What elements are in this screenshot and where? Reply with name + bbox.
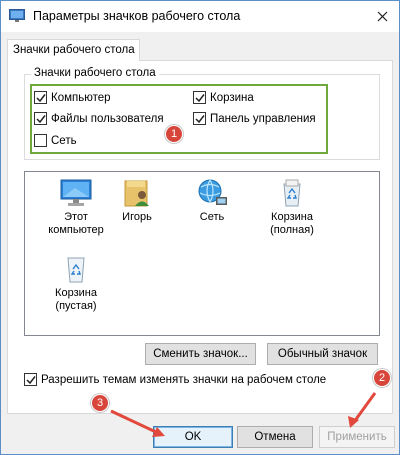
list-item-network[interactable]: Сеть: [173, 178, 251, 224]
checkbox-box[interactable]: [34, 91, 47, 104]
ok-button[interactable]: OK: [153, 426, 233, 448]
checkbox-control-panel[interactable]: Панель управления: [193, 112, 316, 125]
checkbox-box[interactable]: [34, 134, 47, 147]
checkbox-label: Сеть: [51, 134, 77, 147]
icons-listbox[interactable]: Этот компьютер Игорь Сеть Корзина (полна…: [24, 171, 380, 336]
default-icon-button[interactable]: Обычный значок: [267, 343, 378, 365]
computer-icon: [60, 179, 92, 206]
list-item-recycle-bin-empty[interactable]: Корзина (пустая): [37, 254, 115, 313]
checkmark-icon: [194, 114, 205, 123]
checkbox-label: Файлы пользователя: [51, 112, 164, 125]
cancel-button[interactable]: Отмена: [237, 426, 313, 448]
icon-label: Корзина (полная): [270, 211, 314, 236]
icon-label: Этот компьютер: [48, 211, 104, 236]
checkbox-network[interactable]: Сеть: [34, 134, 77, 147]
icon-label: Сеть: [199, 211, 225, 223]
apply-button[interactable]: Применить: [319, 426, 395, 448]
window-title: Параметры значков рабочего стола: [33, 9, 241, 23]
annotation-badge-1: 1: [165, 125, 183, 143]
list-item-recycle-bin-full[interactable]: Корзина (полная): [253, 178, 331, 237]
checkmark-icon: [35, 114, 46, 123]
checkbox-recycle-bin[interactable]: Корзина: [193, 91, 254, 104]
dialog-window: Параметры значков рабочего стола Значки …: [0, 0, 400, 455]
title-bar[interactable]: Параметры значков рабочего стола: [1, 1, 399, 32]
checkbox-label: Панель управления: [210, 112, 316, 125]
checkbox-label: Корзина: [210, 91, 254, 104]
checkbox-user-files[interactable]: Файлы пользователя: [34, 112, 164, 125]
change-icon-button[interactable]: Сменить значок...: [145, 343, 256, 365]
tab-desktop-icons[interactable]: Значки рабочего стола: [7, 39, 140, 61]
checkmark-icon: [25, 375, 36, 384]
checkbox-allow-themes[interactable]: Разрешить темам изменять значки на рабоч…: [24, 373, 326, 386]
recycle-bin-empty-icon: [67, 257, 85, 283]
desktop-settings-icon: [9, 9, 25, 23]
checkbox-box[interactable]: [193, 112, 206, 125]
network-icon: [198, 179, 227, 205]
checkbox-box[interactable]: [193, 91, 206, 104]
annotation-badge-2: 2: [373, 369, 391, 387]
groupbox-label: Значки рабочего стола: [31, 67, 159, 79]
checkmark-icon: [35, 93, 46, 102]
list-item-user-folder[interactable]: Игорь: [98, 178, 176, 224]
checkbox-label: Компьютер: [51, 91, 111, 104]
checkbox-computer[interactable]: Компьютер: [34, 91, 111, 104]
icon-label: Корзина (пустая): [55, 287, 97, 312]
checkbox-box[interactable]: [24, 373, 37, 386]
annotation-badge-3: 3: [91, 394, 109, 412]
recycle-bin-full-icon: [283, 179, 301, 207]
checkmark-icon: [194, 93, 205, 102]
user-folder-icon: [124, 180, 149, 207]
icon-label: Игорь: [122, 211, 152, 223]
checkbox-box[interactable]: [34, 112, 47, 125]
close-icon: [377, 11, 387, 22]
close-button[interactable]: [365, 1, 399, 32]
checkbox-label: Разрешить темам изменять значки на рабоч…: [41, 373, 327, 386]
